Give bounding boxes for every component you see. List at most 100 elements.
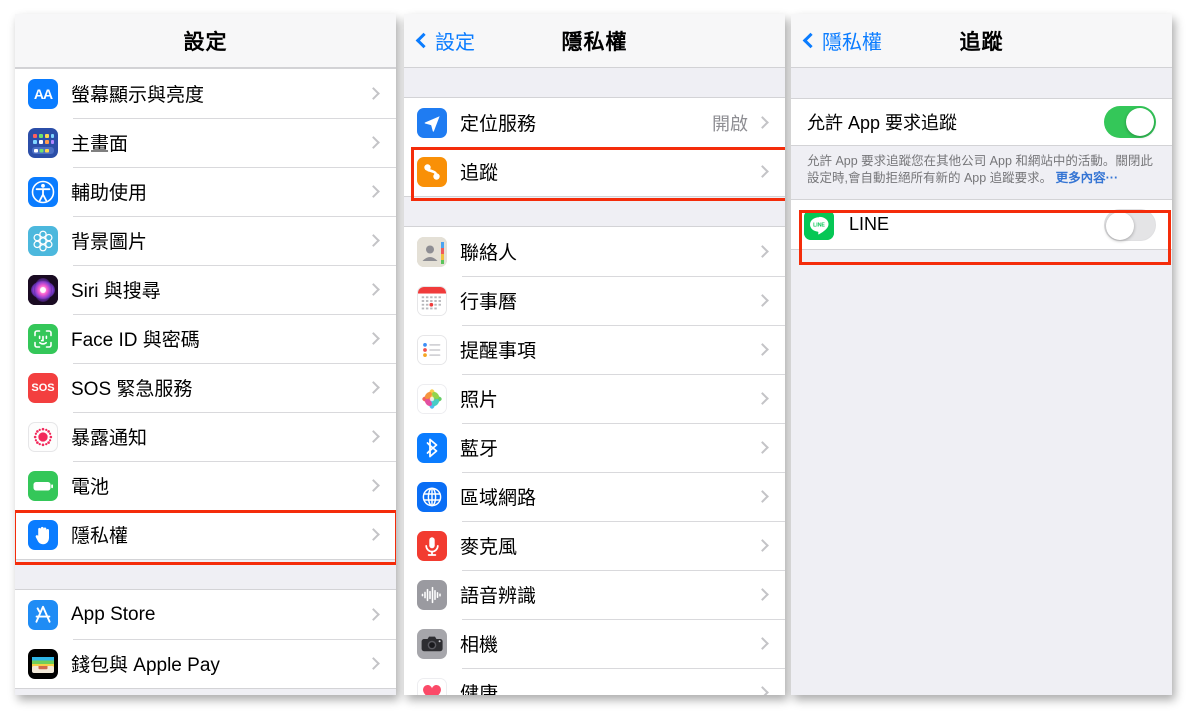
row-label: 照片 (460, 390, 499, 411)
chevron-right-icon (756, 686, 769, 695)
allow-tracking-label: 允許 App 要求追蹤 (807, 113, 958, 133)
chevron-right-icon (367, 608, 380, 621)
sidebar-item-camera[interactable]: 相機 (404, 619, 785, 668)
privacy-group-location: 定位服務 開啟 追蹤 (404, 97, 785, 197)
chevron-right-icon (367, 185, 380, 198)
chevron-right-icon (756, 441, 769, 454)
home-screen-icon (28, 127, 58, 158)
row-label: Siri 與搜尋 (71, 281, 161, 302)
sos-icon: SOS (28, 372, 58, 403)
chevron-right-icon (367, 87, 380, 100)
settings-scroll-area[interactable]: AA 螢幕顯示與亮度 主畫面 輔助使用 背景圖片 Siri 與搜尋 Face I… (15, 68, 396, 695)
row-label: 聯絡人 (460, 243, 518, 264)
sidebar-item-siri-search[interactable]: Siri 與搜尋 (15, 265, 396, 314)
back-to-settings-button[interactable]: 設定 (415, 26, 475, 55)
sidebar-item-emergency-sos[interactable]: SOS SOS 緊急服務 (15, 363, 396, 412)
sidebar-item-location-services[interactable]: 定位服務 開啟 (404, 98, 785, 147)
row-label: 隱私權 (71, 526, 129, 547)
tracking-scroll-area[interactable]: 允許 App 要求追蹤 允許 App 要求追蹤您在其他公司 App 和網站中的活… (791, 68, 1172, 695)
calendar-icon (417, 285, 447, 316)
app-store-icon (28, 599, 58, 630)
app-row-line[interactable]: LINE LINE (791, 200, 1172, 249)
settings-bottom-gap (15, 689, 396, 695)
back-button-label: 設定 (435, 32, 475, 54)
allow-tracking-toggle[interactable] (1104, 106, 1156, 138)
sidebar-item-home-screen[interactable]: 主畫面 (15, 118, 396, 167)
row-label: 定位服務 (460, 114, 537, 135)
privacy-scroll-area[interactable]: 定位服務 開啟 追蹤 聯絡人 行事曆 提醒事項 照片 藍牙 區域網路 麥克風 語… (404, 68, 785, 695)
settings-panel: 設定 AA 螢幕顯示與亮度 主畫面 輔助使用 背景圖片 Siri 與搜尋 Fac… (15, 14, 396, 695)
chevron-right-icon (756, 588, 769, 601)
sidebar-item-contacts[interactable]: 聯絡人 (404, 227, 785, 276)
line-tracking-toggle[interactable] (1104, 208, 1156, 241)
sidebar-item-app-store[interactable]: App Store (15, 590, 396, 639)
sidebar-item-tracking[interactable]: 追蹤 (404, 147, 785, 196)
sidebar-item-wallet-apple-pay[interactable]: 錢包與 Apple Pay (15, 639, 396, 688)
location-services-icon (417, 107, 447, 138)
chevron-right-icon (367, 430, 380, 443)
back-to-privacy-button[interactable]: 隱私權 (802, 26, 882, 55)
chevron-right-icon (756, 637, 769, 650)
app-name-label: LINE (849, 214, 890, 234)
sidebar-item-reminders[interactable]: 提醒事項 (404, 325, 785, 374)
row-label: 錢包與 Apple Pay (71, 655, 220, 676)
privacy-navbar: 設定 隱私權 (404, 14, 785, 68)
chevron-right-icon (756, 294, 769, 307)
chevron-right-icon (756, 343, 769, 356)
chevron-right-icon (367, 479, 380, 492)
learn-more-link[interactable]: 更多內容··· (1056, 171, 1119, 185)
sidebar-item-display-brightness[interactable]: AA 螢幕顯示與亮度 (15, 69, 396, 118)
chevron-right-icon (756, 245, 769, 258)
row-label: 螢幕顯示與亮度 (71, 85, 205, 106)
sidebar-item-local-network[interactable]: 區域網路 (404, 472, 785, 521)
tracking-footer-note: 允許 App 要求追蹤您在其他公司 App 和網站中的活動。關閉此設定時,會自動… (791, 146, 1172, 199)
row-label: 背景圖片 (71, 232, 148, 253)
sidebar-item-microphone[interactable]: 麥克風 (404, 521, 785, 570)
chevron-right-icon (367, 657, 380, 670)
sidebar-item-privacy[interactable]: 隱私權 (15, 510, 396, 559)
row-label: 相機 (460, 635, 499, 656)
sidebar-item-health[interactable]: 健康 (404, 668, 785, 695)
camera-icon (417, 628, 447, 659)
page-title: 設定 (183, 30, 228, 54)
settings-group-separator (15, 560, 396, 589)
accessibility-icon (28, 176, 58, 207)
chevron-right-icon (367, 528, 380, 541)
tracking-apps-group: LINE LINE (791, 199, 1172, 250)
chevron-right-icon (367, 136, 380, 149)
row-label: 區域網路 (460, 488, 537, 509)
sidebar-item-wallpaper[interactable]: 背景圖片 (15, 216, 396, 265)
health-icon (417, 677, 447, 695)
sidebar-item-battery[interactable]: 電池 (15, 461, 396, 510)
sidebar-item-photos[interactable]: 照片 (404, 374, 785, 423)
sidebar-item-face-id[interactable]: Face ID 與密碼 (15, 314, 396, 363)
row-label: 追蹤 (460, 163, 499, 184)
wallpaper-icon (28, 225, 58, 256)
privacy-group-apps: 聯絡人 行事曆 提醒事項 照片 藍牙 區域網路 麥克風 語音辨識 相機 健康 (404, 226, 785, 695)
bluetooth-icon (417, 432, 447, 463)
back-button-label: 隱私權 (822, 32, 882, 54)
battery-icon (28, 470, 58, 501)
reminders-icon (417, 334, 447, 365)
svg-text:LINE: LINE (813, 222, 825, 228)
chevron-right-icon (367, 332, 380, 345)
local-network-icon (417, 481, 447, 512)
sidebar-item-accessibility[interactable]: 輔助使用 (15, 167, 396, 216)
row-label: SOS 緊急服務 (71, 379, 193, 400)
sidebar-item-exposure-notifications[interactable]: 暴露通知 (15, 412, 396, 461)
sidebar-item-calendar[interactable]: 行事曆 (404, 276, 785, 325)
toggle-knob (1106, 211, 1134, 240)
privacy-top-gap (404, 68, 785, 97)
sidebar-item-speech-recognition[interactable]: 語音辨識 (404, 570, 785, 619)
sidebar-item-bluetooth[interactable]: 藍牙 (404, 423, 785, 472)
line-app-icon: LINE (804, 209, 834, 240)
row-label: Face ID 與密碼 (71, 330, 200, 351)
microphone-icon (417, 530, 447, 561)
privacy-group-separator (404, 197, 785, 226)
contacts-icon (417, 236, 447, 267)
allow-app-request-tracking-row[interactable]: 允許 App 要求追蹤 (791, 99, 1172, 145)
tracking-bottom-gap (791, 250, 1172, 690)
row-label: 提醒事項 (460, 341, 537, 362)
settings-group-store: App Store 錢包與 Apple Pay (15, 589, 396, 689)
chevron-right-icon (756, 116, 769, 129)
